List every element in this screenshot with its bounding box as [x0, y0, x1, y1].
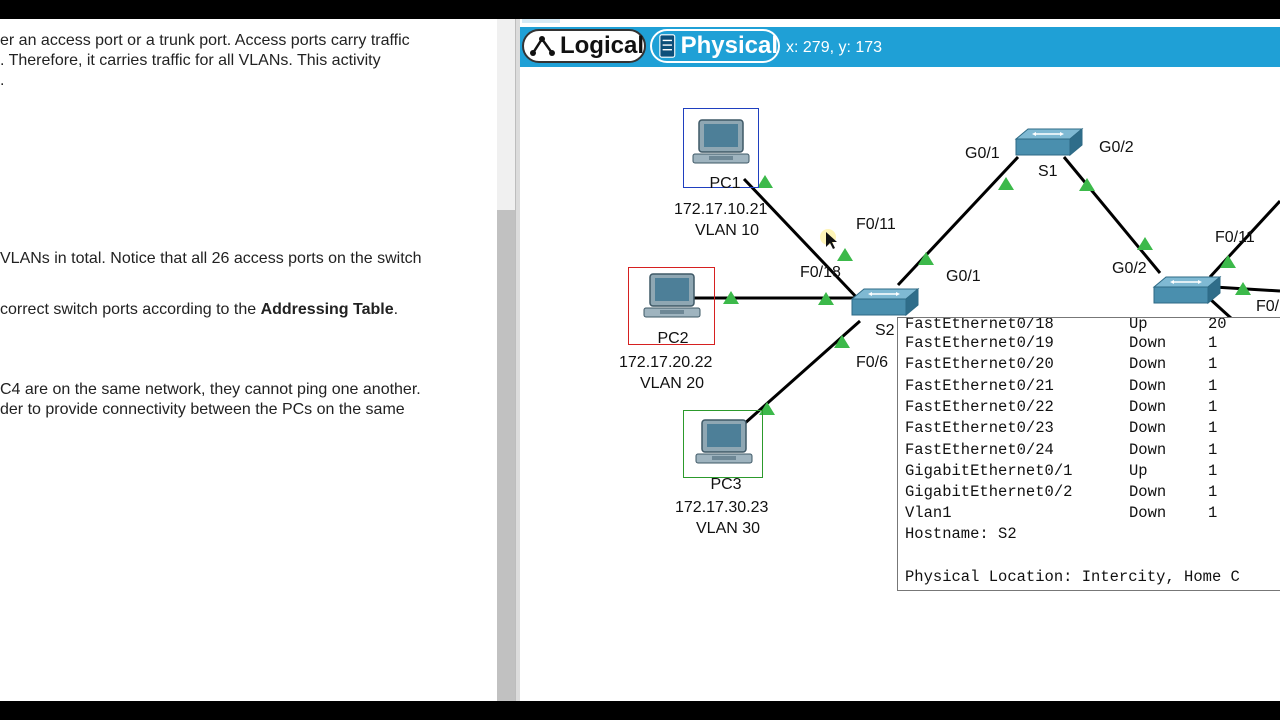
doc-line: correct switch ports according to the Ad… [0, 301, 398, 319]
link-s2-s1 [896, 155, 1020, 287]
s1-port-g0-1: G0/1 [965, 145, 1000, 162]
interface-row: GigabitEthernet0/2 Down 1 [905, 483, 1217, 502]
doc-line: er an access port or a trunk port. Acces… [0, 32, 410, 49]
s2-switch-icon [851, 288, 919, 316]
doc-scrollbar-thumb[interactable] [497, 210, 515, 701]
pc3-vlan: VLAN 30 [696, 520, 761, 537]
interface-name: Vlan1 [905, 504, 952, 523]
doc-line: . Therefore, it carries traffic for all … [0, 52, 381, 69]
s2-port-f0-18: F0/18 [800, 264, 841, 281]
interface-status: Up [1129, 461, 1148, 480]
s2-port-g0-1: G0/1 [946, 268, 981, 285]
logical-view-button[interactable]: Logical [522, 29, 646, 63]
doc-line: . [0, 72, 5, 89]
logical-canvas[interactable]: PC1 172.17.10.21 VLAN 10 PC2 172.17.20.2… [520, 67, 1280, 701]
physical-label: Physical [680, 32, 778, 59]
pc3-ip: 172.17.30.23 [675, 499, 769, 516]
s3-port-f0-11: F0/11 [1215, 229, 1255, 246]
interface-row: FastEthernet0/22 Down 1 [905, 397, 1217, 416]
active-tab-indicator [522, 19, 560, 23]
interface-row: FastEthernet0/20 Down 1 [905, 355, 1217, 374]
interface-vlan: 1 [1208, 397, 1218, 416]
interface-vlan: 1 [1208, 483, 1218, 502]
interface-name: FastEthernet0/21 [905, 376, 1054, 395]
s3-port-g0-2: G0/2 [1112, 260, 1147, 277]
physical-view-button[interactable]: Physical [650, 29, 780, 63]
packet-tracer-workspace: Logical Physical x: 279, y: 173 PC1 172.… [520, 19, 1280, 701]
interface-name: FastEthernet0/24 [905, 440, 1054, 459]
s1-name: S1 [1038, 163, 1058, 180]
s3-port-f0-partial: F0/ [1256, 298, 1280, 315]
interface-status: Down [1129, 334, 1167, 352]
interface-status: Down [1129, 440, 1167, 459]
bottom-black-bar [0, 701, 1280, 720]
interface-vlan: 1 [1208, 461, 1218, 480]
link-s3-out-c [1208, 297, 1234, 321]
top-black-bar [0, 0, 1280, 19]
physical-location-line: Physical Location: Intercity, Home C [905, 568, 1240, 586]
pc1-ip: 172.17.10.21 [674, 201, 768, 218]
interface-vlan: 1 [1208, 504, 1218, 523]
pc3-selection-box[interactable] [683, 410, 763, 478]
logical-label: Logical [559, 32, 644, 59]
interface-status: Down [1129, 419, 1167, 438]
interface-name: FastEthernet0/23 [905, 419, 1054, 438]
s2-port-f0-6: F0/6 [856, 354, 889, 371]
doc-line-text: correct switch ports according to the [0, 301, 261, 318]
s2-name: S2 [875, 322, 895, 339]
doc-line: der to provide connectivity between the … [0, 401, 405, 418]
interface-vlan: 1 [1208, 334, 1218, 352]
interface-name: GigabitEthernet0/2 [905, 483, 1073, 502]
instructions-document: er an access port or a trunk port. Acces… [0, 19, 497, 701]
interface-vlan: 1 [1208, 419, 1218, 438]
s1-port-g0-2: G0/2 [1099, 139, 1134, 156]
s1-switch-icon [1015, 128, 1083, 156]
interface-status: Down [1129, 355, 1167, 374]
interface-name: FastEthernet0/20 [905, 355, 1054, 374]
interface-name: FastEthernet0/22 [905, 397, 1054, 416]
interface-name: FastEthernet0/19 [905, 334, 1054, 352]
interface-vlan: 1 [1208, 355, 1218, 374]
interface-row: FastEthernet0/21 Down 1 [905, 376, 1217, 395]
doc-line-tail: . [393, 301, 399, 318]
top-tab-strip [520, 19, 1280, 27]
doc-line: VLANs in total. Notice that all 26 acces… [0, 250, 422, 267]
link-pc1-s2 [742, 177, 862, 303]
interface-row-partial: FastEthernet0/18 Up 20 [905, 317, 1227, 333]
pc2-vlan: VLAN 20 [640, 375, 705, 392]
interface-row: FastEthernet0/19 Down 1 [905, 334, 1217, 352]
s2-interface-tooltip: FastEthernet0/18 Up 20 FastEthernet0/19 Dow… [897, 317, 1280, 591]
server-rack-icon [659, 34, 676, 58]
pc2-name: PC2 [657, 330, 689, 347]
logical-topology-icon [530, 36, 555, 56]
addressing-table-term: Addressing Table [260, 301, 394, 318]
interface-status: Down [1129, 483, 1167, 502]
pc1-name: PC1 [709, 175, 741, 192]
interface-row: Vlan1 Down 1 [905, 504, 1217, 523]
pc2-ip: 172.17.20.22 [619, 354, 713, 371]
interface-vlan: 1 [1208, 376, 1218, 395]
pc1-vlan: VLAN 10 [695, 222, 760, 239]
s3-switch-icon [1153, 276, 1221, 304]
interface-vlan: 1 [1208, 440, 1218, 459]
doc-line: C4 are on the same network, they cannot … [0, 381, 421, 398]
link-s1-s3 [1062, 156, 1162, 274]
interface-name: GigabitEthernet0/1 [905, 461, 1073, 480]
s2-port-f0-11: F0/11 [856, 216, 896, 233]
interface-status: Down [1129, 397, 1167, 416]
interface-status: Down [1129, 504, 1167, 523]
cursor-coordinates: x: 279, y: 173 [786, 39, 883, 56]
view-toolbar: Logical Physical x: 279, y: 173 [520, 27, 1280, 67]
interface-row: FastEthernet0/24 Down 1 [905, 440, 1217, 459]
hostname-line: Hostname: S2 [905, 525, 1017, 543]
pc3-name: PC3 [710, 476, 742, 493]
interface-row: GigabitEthernet0/1 Up 1 [905, 461, 1217, 480]
interface-status: Down [1129, 376, 1167, 395]
interface-row: FastEthernet0/23 Down 1 [905, 419, 1217, 438]
